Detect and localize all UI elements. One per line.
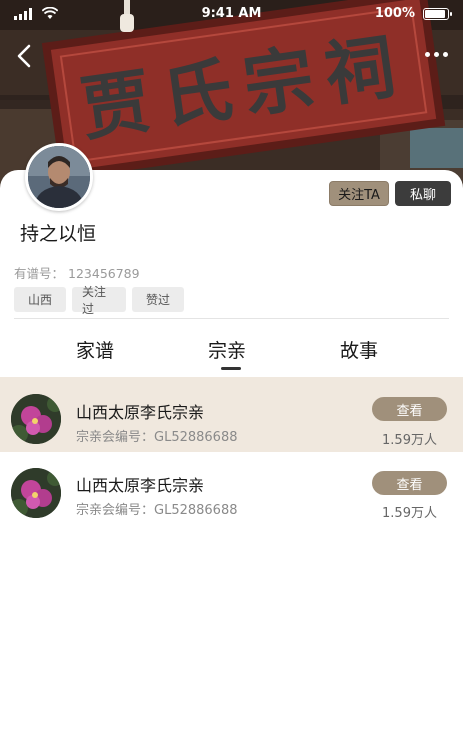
- clan-code-label: 宗亲会编号：: [76, 503, 155, 518]
- more-dots-icon: [424, 51, 430, 57]
- view-button[interactable]: 查看: [372, 471, 447, 495]
- list-item[interactable]: 山西太原李氏宗亲 宗亲会编号：GL52886688 查看 1.59万人: [0, 377, 463, 452]
- clan-avatar: [11, 468, 61, 518]
- clan-title: 山西太原李氏宗亲: [76, 403, 205, 422]
- tag-region: 山西: [14, 287, 66, 312]
- genealogy-number-line: 有谱号： 123456789: [14, 263, 140, 282]
- battery-percent: 100%: [374, 6, 415, 21]
- section-divider: [14, 318, 449, 319]
- tag-liked: 赞过: [132, 287, 184, 312]
- tab-stories[interactable]: 故事: [340, 336, 378, 363]
- list-item[interactable]: 山西太原李氏宗亲 宗亲会编号：GL52886688 查看 1.59万人: [0, 452, 463, 527]
- clan-avatar: [11, 394, 61, 444]
- back-button[interactable]: [10, 40, 38, 72]
- clan-code-value: GL52886688: [154, 503, 238, 518]
- clan-code: 宗亲会编号：GL52886688: [76, 426, 238, 445]
- status-bar: 9:41 AM 100%: [0, 0, 463, 28]
- active-tab-indicator: [221, 367, 241, 370]
- tag-followed: 关注过: [72, 285, 126, 316]
- follow-button[interactable]: 关注TA: [329, 181, 389, 206]
- member-count: 1.59万人: [382, 433, 437, 448]
- member-count: 1.59万人: [382, 506, 437, 521]
- tab-family-tree[interactable]: 家谱: [76, 336, 114, 363]
- clan-code-value: GL52886688: [154, 430, 238, 445]
- genealogy-number-value: 123456789: [68, 266, 140, 281]
- flower-icon: [11, 394, 61, 444]
- genealogy-number-label: 有谱号：: [14, 266, 65, 281]
- user-name: 持之以恒: [20, 223, 97, 245]
- flower-icon: [11, 468, 61, 518]
- private-chat-button[interactable]: 私聊: [395, 181, 451, 206]
- view-button[interactable]: 查看: [372, 397, 447, 421]
- battery-icon: [423, 8, 452, 20]
- tab-clan-relatives[interactable]: 宗亲: [208, 336, 246, 363]
- clan-code-label: 宗亲会编号：: [76, 430, 155, 445]
- chevron-left-icon: [17, 44, 31, 68]
- user-avatar[interactable]: [25, 143, 93, 211]
- profile-tags: 山西 关注过 赞过: [14, 285, 184, 316]
- clan-title: 山西太原李氏宗亲: [76, 476, 205, 495]
- clan-code: 宗亲会编号：GL52886688: [76, 499, 238, 518]
- more-options-button[interactable]: [419, 42, 453, 66]
- person-portrait-icon: [28, 146, 90, 208]
